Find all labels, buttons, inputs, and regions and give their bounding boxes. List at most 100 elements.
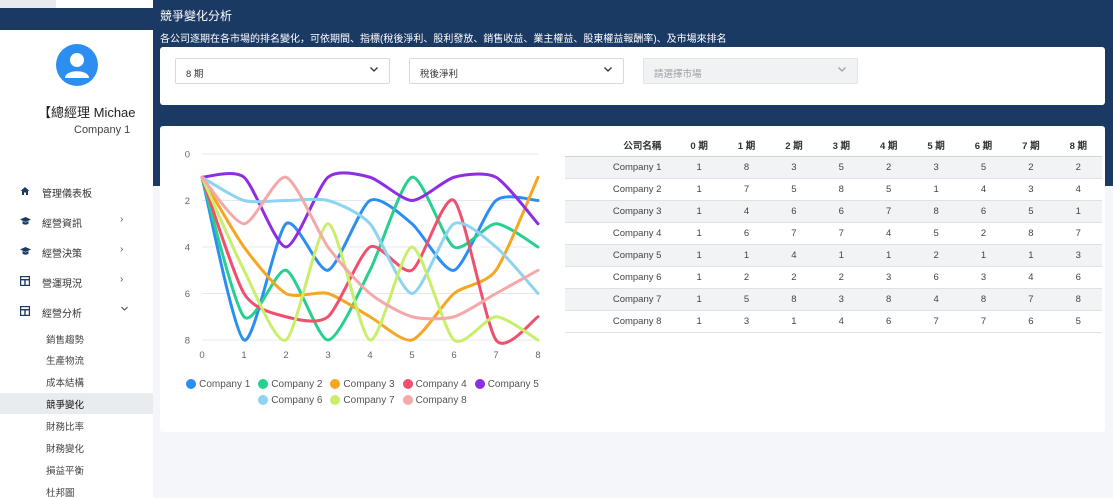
x-tick-label: 5 (409, 350, 414, 361)
sidebar-item-business-analysis[interactable]: 經營分析 (0, 296, 153, 326)
sidebar-item-label: 經營決策 (42, 249, 82, 260)
y-tick-label: 4 (185, 243, 190, 254)
rank-cell: 4 (1007, 266, 1055, 289)
chevron-down-icon (604, 67, 612, 72)
rank-cell: 6 (817, 200, 865, 223)
series-line (200, 175, 540, 295)
legend-label: Company 5 (487, 378, 539, 390)
user-icon (65, 53, 89, 78)
chevron-down-icon (838, 67, 846, 72)
legend-label: Company 1 (199, 378, 251, 390)
legend-label: Company 7 (343, 394, 395, 406)
sidebar-subitem-break-even[interactable]: 損益平衡 (0, 459, 153, 480)
column-header-period[interactable]: 5 期 (912, 134, 960, 157)
sidebar-subitem-label: 競爭變化 (46, 400, 85, 411)
y-tick-label: 6 (185, 289, 190, 300)
legend-item[interactable]: Company 4 (402, 379, 467, 390)
series-line (200, 171, 540, 249)
rank-cell: 7 (770, 222, 818, 245)
period-select[interactable]: 8 期 (175, 58, 390, 84)
rank-cell: 6 (722, 222, 771, 245)
column-header-period[interactable]: 0 期 (675, 134, 723, 157)
rank-cell: 7 (959, 310, 1008, 333)
rank-cell: 2 (1007, 156, 1055, 179)
sidebar-subitem-dupont[interactable]: 杜邦圖 (0, 481, 153, 498)
legend-item[interactable]: Company 8 (402, 395, 467, 406)
column-header-period[interactable]: 3 期 (817, 134, 865, 157)
rank-cell: 8 (770, 288, 818, 311)
rank-cell: 4 (912, 288, 960, 311)
rank-cell: 1 (817, 244, 865, 267)
legend-item[interactable]: Company 7 (330, 394, 395, 406)
x-tick-label: 4 (367, 350, 372, 361)
table-icon (19, 275, 31, 287)
rank-cell: 1 (675, 222, 723, 245)
market-select[interactable]: 請選擇市場 (643, 58, 858, 84)
page-description: 各公司逐期在各市場的排名變化，可依期間、指標(稅後淨利、股利發放、銷售收益、業主… (160, 34, 727, 45)
rank-cell: 6 (770, 200, 818, 223)
column-header-period[interactable]: 2 期 (770, 134, 818, 157)
rank-cell: 1 (1054, 200, 1102, 223)
sidebar-item-dashboard[interactable]: 管理儀表板 (0, 176, 153, 206)
filter-card: 8 期 稅後淨利 請選擇市場 (160, 47, 1105, 105)
rank-line-chart: 024680 1 2 3 4 5 6 7 8 (185, 150, 541, 362)
x-tick-label: 1 (241, 350, 246, 361)
table-row: Company 4167745287 (565, 222, 1102, 245)
avatar[interactable] (56, 44, 98, 86)
sidebar-item-business-decision[interactable]: 經營決策 › (0, 236, 153, 266)
metric-select[interactable]: 稅後淨利 (409, 58, 624, 84)
sidebar-subitem-production-logistics[interactable]: 生產物流 (0, 349, 153, 370)
sidebar-item-operation-status[interactable]: 營運現況 › (0, 266, 153, 296)
rank-cell: 5 (912, 222, 960, 245)
rank-cell: 2 (817, 266, 865, 289)
sidebar-subitem-label: 銷售趨勢 (46, 335, 85, 346)
sidebar-subitem-competition-change[interactable]: 競爭變化 (0, 393, 153, 414)
rank-cell: 3 (817, 288, 865, 311)
company-cell: Company 3 (565, 200, 676, 223)
rank-cell: 2 (1054, 156, 1102, 179)
column-header-period[interactable]: 7 期 (1007, 134, 1055, 157)
sidebar-subitem-sales-trend[interactable]: 銷售趨勢 (0, 328, 153, 349)
legend-label: Company 3 (343, 378, 395, 390)
rank-cell: 6 (912, 266, 960, 289)
rank-cell: 1 (675, 156, 723, 179)
rank-cell: 2 (959, 222, 1008, 245)
legend-item[interactable]: Company 3 (330, 378, 395, 390)
legend-item[interactable]: Company 6 (258, 395, 322, 406)
rank-cell: 7 (865, 200, 913, 223)
table-row: Company 7158384878 (565, 288, 1102, 311)
rank-cell: 1 (675, 178, 723, 201)
rank-cell: 3 (865, 266, 913, 289)
sidebar-item-business-info[interactable]: 經營資訊 › (0, 206, 153, 236)
column-header-period[interactable]: 4 期 (865, 134, 913, 157)
rank-cell: 8 (959, 288, 1008, 311)
rank-cell: 3 (1007, 178, 1055, 201)
sidebar-subitem-cost-structure[interactable]: 成本結構 (0, 371, 153, 392)
column-header-period[interactable]: 6 期 (959, 134, 1008, 157)
chevron-down-icon (370, 67, 378, 72)
legend-item[interactable]: Company 5 (474, 378, 539, 390)
sidebar-subitem-label: 財務比率 (46, 422, 85, 433)
home-icon (20, 186, 30, 196)
rank-cell: 3 (1054, 244, 1102, 267)
column-header-period[interactable]: 1 期 (722, 134, 771, 157)
graduation-cap-icon (20, 246, 31, 256)
rank-cell: 8 (865, 288, 913, 311)
rank-cell: 5 (817, 156, 865, 179)
chevron-right-icon: › (120, 274, 124, 285)
column-header-company[interactable]: 公司名稱 (565, 134, 676, 157)
x-tick-label: 8 (535, 350, 540, 361)
rank-cell: 4 (770, 244, 818, 267)
legend-item[interactable]: Company 2 (258, 379, 322, 390)
rank-cell: 7 (912, 310, 960, 333)
column-header-period[interactable]: 8 期 (1054, 134, 1102, 157)
sidebar-subitem-financial-change[interactable]: 財務變化 (0, 437, 153, 458)
sidebar-top-band (0, 8, 153, 30)
y-tick-label: 8 (185, 336, 190, 347)
legend-label: Company 2 (271, 378, 323, 390)
company-cell: Company 5 (565, 244, 676, 267)
sidebar-subitem-financial-ratio[interactable]: 財務比率 (0, 415, 153, 436)
y-tick-label: 2 (185, 196, 190, 207)
legend-item[interactable]: Company 1 (186, 379, 250, 390)
company-cell: Company 2 (565, 178, 676, 201)
